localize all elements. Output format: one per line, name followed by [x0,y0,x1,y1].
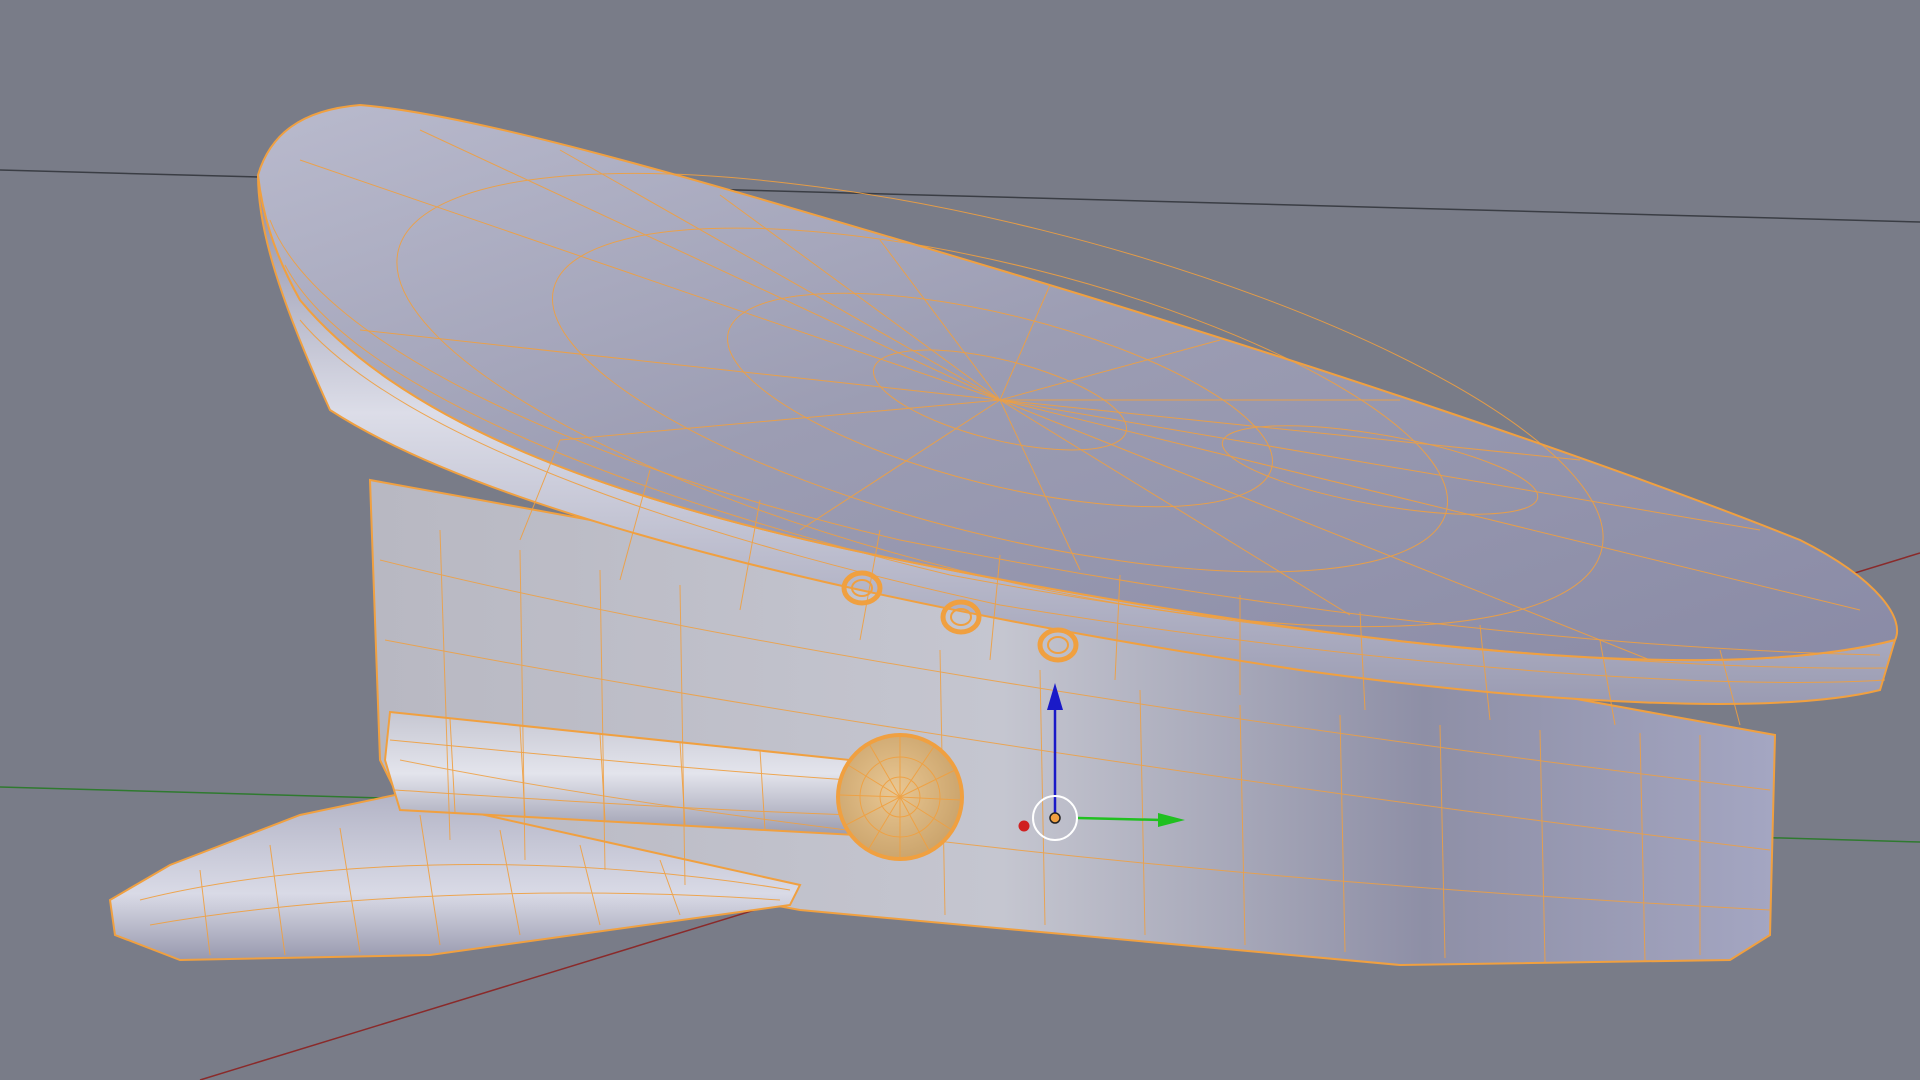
cap-button[interactable] [836,733,964,861]
3d-viewport[interactable] [0,0,1920,1080]
object-origin-icon [1049,812,1061,824]
gizmo-x-handle[interactable] [1018,820,1030,832]
hat-mesh[interactable] [108,80,1899,967]
